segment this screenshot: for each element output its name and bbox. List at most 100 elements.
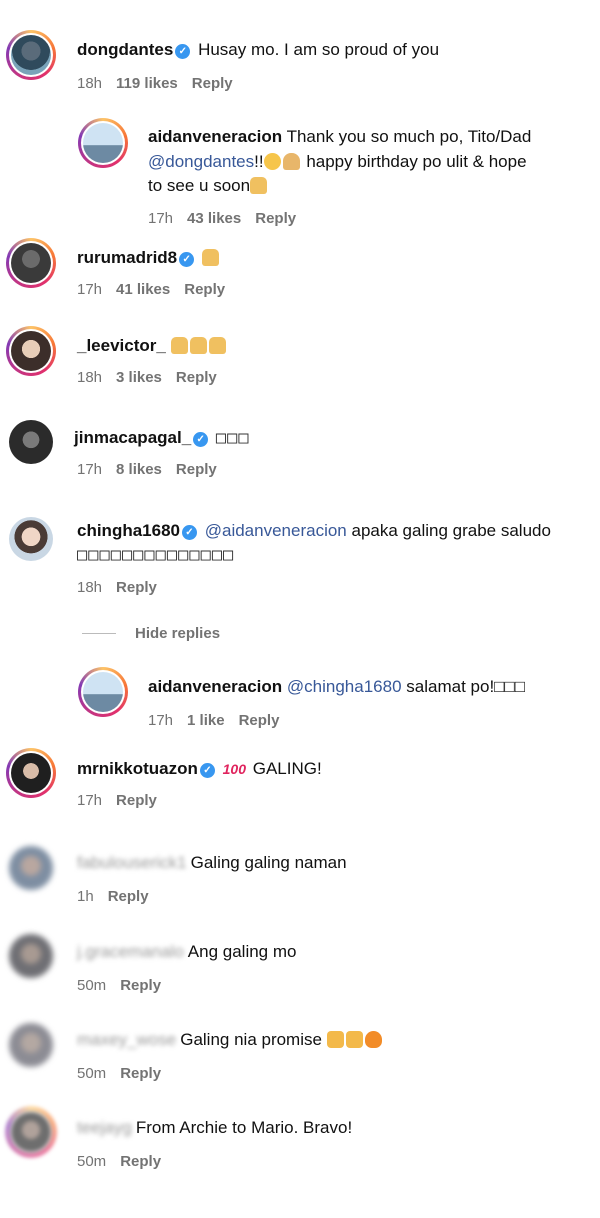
divider — [82, 633, 116, 634]
flexed-arm-emoji-icon — [326, 1031, 344, 1048]
avatar[interactable] — [6, 326, 56, 376]
comment-body: □□□ — [215, 428, 250, 448]
reply-button[interactable]: Reply — [120, 1153, 161, 1170]
timestamp[interactable]: 17h — [77, 461, 102, 478]
timestamp[interactable]: 50m — [77, 1153, 106, 1170]
avatar[interactable] — [6, 238, 56, 288]
verified-icon: ✓ — [182, 525, 197, 540]
mention-link[interactable]: @dongdantes — [148, 152, 254, 171]
comment-meta: 18h Reply — [77, 579, 171, 596]
comment-text: fabulouserick1 Galing galing naman — [77, 851, 347, 875]
raised-hands-emoji-icon — [170, 337, 188, 354]
comment-text: rurumadrid8 ✓ — [77, 246, 221, 270]
timestamp[interactable]: 18h — [77, 75, 102, 92]
username[interactable]: maxey_wose — [77, 1028, 176, 1052]
timestamp[interactable]: 18h — [77, 369, 102, 386]
username[interactable]: teejayg — [77, 1116, 132, 1140]
mention-link[interactable]: @chingha1680 — [287, 677, 402, 696]
comment-text: dongdantes ✓ Husay mo. I am so proud of y… — [77, 38, 439, 62]
likes-count[interactable]: 3 likes — [116, 369, 162, 386]
comment-meta: 17h 41 likes Reply — [77, 281, 239, 298]
username[interactable]: j.gracemanalo — [77, 940, 184, 964]
timestamp[interactable]: 50m — [77, 977, 106, 994]
comment-text: teejayg From Archie to Mario. Bravo! — [77, 1116, 352, 1140]
timestamp[interactable]: 50m — [77, 1065, 106, 1082]
comment-text-line2: @dongdantes!! happy birthday po ulit & h… — [148, 150, 527, 174]
reply-button[interactable]: Reply — [120, 1065, 161, 1082]
hide-replies-button[interactable]: Hide replies — [135, 625, 220, 642]
avatar[interactable] — [9, 1023, 53, 1067]
reply-button[interactable]: Reply — [108, 888, 149, 905]
likes-count[interactable]: 1 like — [187, 712, 225, 729]
reply-button[interactable]: Reply — [120, 977, 161, 994]
avatar[interactable] — [78, 667, 128, 717]
comment-text: _leevictor_ — [77, 334, 228, 358]
raised-hands-emoji-icon — [201, 249, 219, 266]
avatar[interactable] — [6, 1107, 56, 1157]
avatar[interactable] — [9, 517, 53, 561]
comment-meta: 50m Reply — [77, 977, 175, 994]
avatar[interactable] — [9, 420, 53, 464]
comment-meta: 50m Reply — [77, 1153, 175, 1170]
username[interactable]: jinmacapagal_ — [74, 428, 191, 447]
pray-emoji-icon — [282, 153, 300, 170]
username[interactable]: mrnikkotuazon — [77, 759, 198, 778]
timestamp[interactable]: 17h — [77, 281, 102, 298]
likes-count[interactable]: 8 likes — [116, 461, 162, 478]
reply-button[interactable]: Reply — [192, 75, 233, 92]
comment-text: mrnikkotuazon ✓ 100 GALING! — [77, 757, 322, 781]
comment-body: From Archie to Mario. Bravo! — [135, 1118, 353, 1137]
comment-body: GALING! — [252, 759, 322, 778]
comment-meta: 17h 8 likes Reply — [77, 461, 231, 478]
avatar[interactable] — [9, 934, 53, 978]
comment-body: Ang galing mo — [187, 942, 297, 961]
verified-icon: ✓ — [179, 252, 195, 267]
comment-body: Galing nia promise — [180, 1030, 322, 1049]
username[interactable]: aidanveneracion — [148, 677, 282, 696]
mention-link[interactable]: @aidanveneracion — [205, 521, 347, 540]
comment-body: happy birthday po ulit & hope — [306, 152, 527, 171]
username[interactable]: rurumadrid8 — [77, 248, 177, 267]
comment-text: aidanveneracion Thank you so much po, Ti… — [148, 125, 531, 149]
reply-button[interactable]: Reply — [116, 792, 157, 809]
avatar[interactable] — [78, 118, 128, 168]
smile-emoji-icon — [263, 153, 281, 170]
comment-body: □□□□□□□□□□□□□□ — [77, 545, 235, 565]
comment-text: chingha1680 ✓ @aidanveneracion apaka gali… — [77, 519, 551, 543]
comment-meta: 17h 43 likes Reply — [148, 210, 310, 227]
username[interactable]: fabulouserick1 — [77, 851, 187, 875]
username[interactable]: aidanveneracion — [148, 127, 282, 146]
timestamp[interactable]: 18h — [77, 579, 102, 596]
avatar[interactable] — [6, 30, 56, 80]
avatar[interactable] — [6, 748, 56, 798]
comment-meta: 17h Reply — [77, 792, 171, 809]
username[interactable]: _leevictor_ — [77, 336, 166, 355]
reply-button[interactable]: Reply — [116, 579, 157, 596]
timestamp[interactable]: 17h — [148, 712, 173, 729]
username[interactable]: dongdantes — [77, 40, 173, 59]
comment-body: salamat po!□□□ — [406, 677, 525, 696]
timestamp[interactable]: 17h — [77, 792, 102, 809]
comment-body: apaka galing grabe saludo — [351, 521, 551, 540]
username[interactable]: chingha1680 — [77, 521, 180, 540]
comment-meta: 50m Reply — [77, 1065, 175, 1082]
reply-button[interactable]: Reply — [184, 281, 225, 298]
comment-meta: 17h 1 like Reply — [148, 712, 293, 729]
reply-button[interactable]: Reply — [255, 210, 296, 227]
reply-button[interactable]: Reply — [176, 461, 217, 478]
timestamp[interactable]: 17h — [148, 210, 173, 227]
raised-hands-emoji-icon — [189, 337, 207, 354]
comment-body: Thank you so much po, Tito/Dad — [286, 127, 532, 146]
likes-count[interactable]: 41 likes — [116, 281, 170, 298]
likes-count[interactable]: 43 likes — [187, 210, 241, 227]
reply-button[interactable]: Reply — [176, 369, 217, 386]
raised-hands-emoji-icon — [250, 177, 268, 194]
comment-body: to see u soon — [148, 176, 251, 195]
comment-meta: 18h 3 likes Reply — [77, 369, 231, 386]
verified-icon: ✓ — [199, 763, 215, 778]
avatar[interactable] — [9, 846, 53, 890]
comment-meta: 1h Reply — [77, 888, 163, 905]
likes-count[interactable]: 119 likes — [116, 75, 178, 92]
reply-button[interactable]: Reply — [239, 712, 280, 729]
timestamp[interactable]: 1h — [77, 888, 94, 905]
